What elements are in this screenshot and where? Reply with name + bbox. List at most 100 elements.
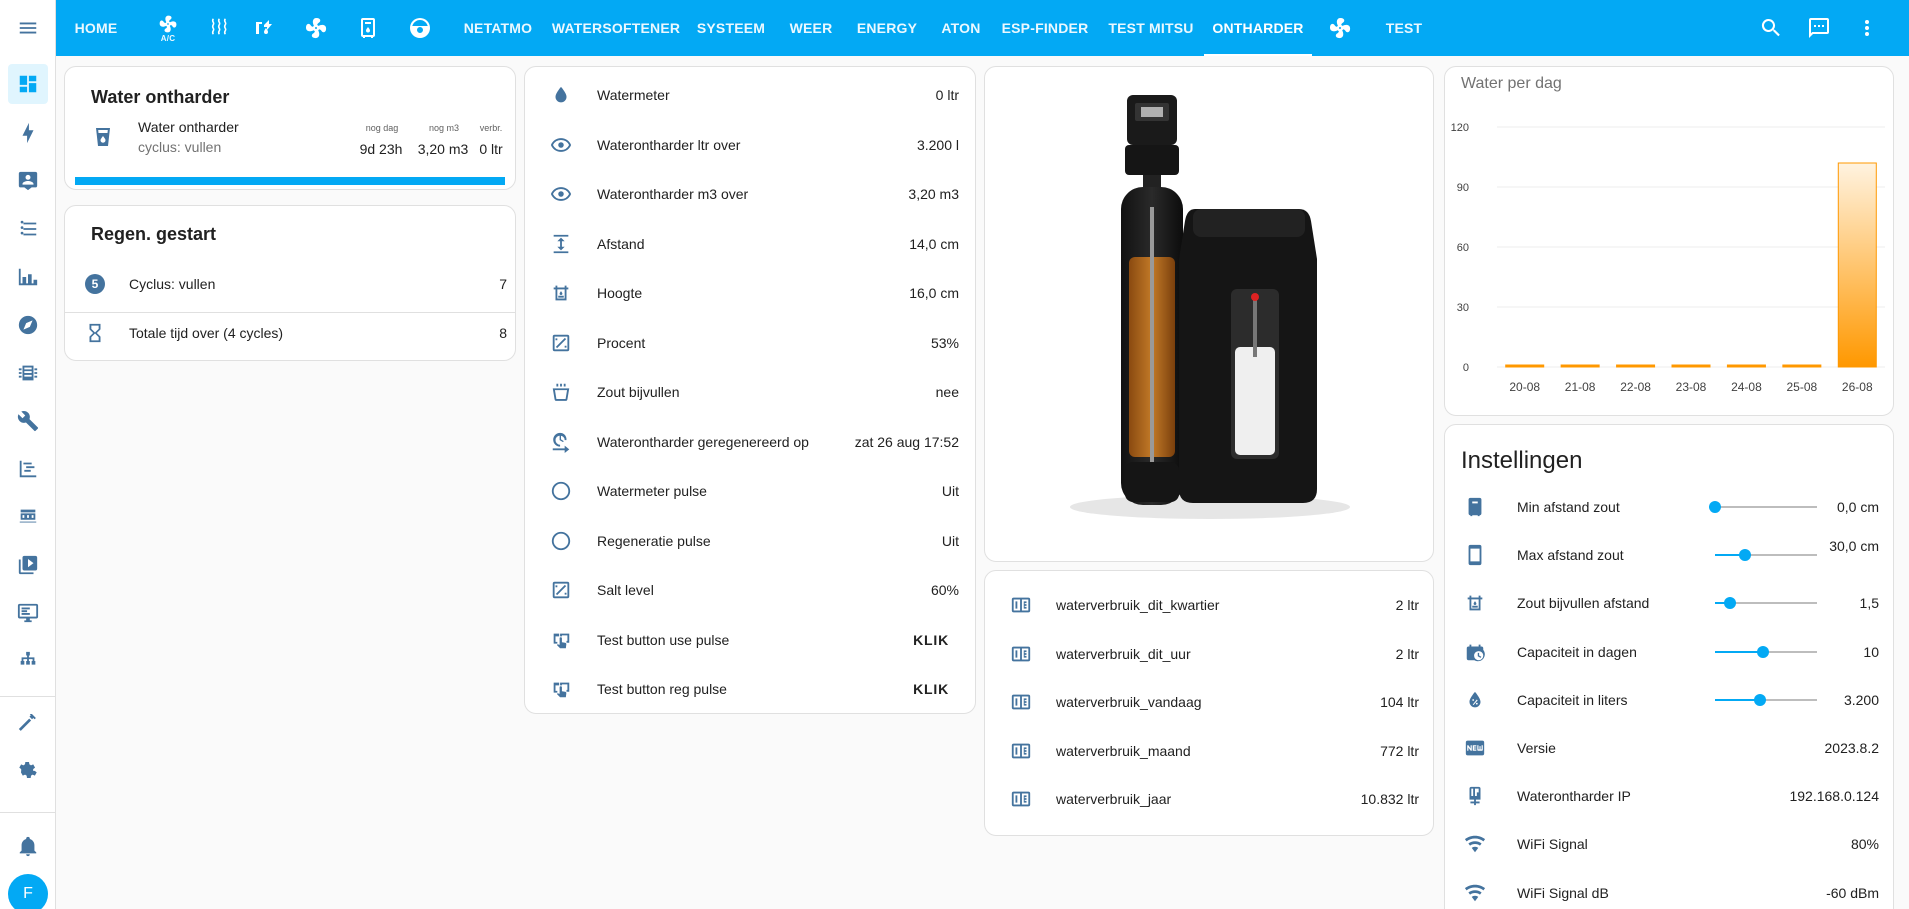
energy-icon[interactable] <box>8 113 48 153</box>
tab-heat[interactable] <box>200 0 240 56</box>
tab-fan-2[interactable] <box>1312 0 1368 56</box>
usage-row[interactable]: waterverbruik_jaar 10.832 ltr <box>985 779 1433 819</box>
tab-weer[interactable]: WEER <box>778 0 844 56</box>
hammer-icon[interactable] <box>8 702 48 742</box>
bar-23-08[interactable] <box>1671 364 1711 368</box>
tab-energy[interactable]: ENERGY <box>844 0 930 56</box>
slider[interactable] <box>1715 693 1817 706</box>
fan-ac-icon <box>159 15 177 32</box>
row-value: 80% <box>1850 836 1879 853</box>
gesture-tap-button-icon <box>551 682 570 698</box>
terminal-icon[interactable] <box>8 593 48 633</box>
water-per-dag-chart-card: Water per dag 0 30 60 90 120 20-08 21-08 22-08 2… <box>1444 66 1894 416</box>
klik-button[interactable]: KLIK <box>913 632 949 648</box>
search-icon[interactable] <box>1759 16 1783 40</box>
tab-aton[interactable]: ATON <box>930 0 992 56</box>
usage-row[interactable]: waterverbruik_vandaag 104 ltr <box>985 682 1433 722</box>
bar-21-08[interactable] <box>1560 364 1600 368</box>
hacs-icon[interactable] <box>8 497 48 537</box>
entity-row[interactable]: Hoogte 16,0 cm <box>525 273 975 313</box>
tab-boiler[interactable] <box>348 0 388 56</box>
tab-pump[interactable] <box>244 0 284 56</box>
slider[interactable] <box>1715 597 1817 610</box>
bar-26-08[interactable] <box>1837 162 1877 368</box>
tab-label: ENERGY <box>856 20 918 36</box>
compass-icon[interactable] <box>8 305 48 345</box>
percent-box-icon <box>552 334 570 351</box>
new-box-icon <box>1463 736 1487 760</box>
bell-icon[interactable] <box>8 826 48 866</box>
entity-row[interactable]: Regeneratie pulse Uit <box>525 521 975 561</box>
slider-knob[interactable] <box>1724 597 1736 610</box>
cellphone-icon <box>1468 545 1482 566</box>
tab-ontharder[interactable]: ONTHARDER <box>1204 0 1312 56</box>
row-value: 3,20 m3 <box>908 186 959 202</box>
slider[interactable] <box>1715 645 1817 658</box>
tab-home[interactable]: HOME <box>68 0 124 56</box>
tab-fan[interactable] <box>296 0 336 56</box>
setting-row[interactable]: Versie 2023.8.2 <box>1445 728 1893 768</box>
slider[interactable] <box>1709 501 1817 513</box>
water-percent-icon <box>1463 688 1487 712</box>
entity-row[interactable]: Watermeter 0 ltr <box>525 75 975 115</box>
tab-netatmo[interactable]: NETATMO <box>448 0 548 56</box>
bar-22-08[interactable] <box>1616 364 1656 368</box>
wrench-icon[interactable] <box>8 401 48 441</box>
slider-knob[interactable] <box>1757 645 1769 658</box>
logbook-icon[interactable] <box>8 209 48 249</box>
network-icon[interactable] <box>8 641 48 681</box>
entity-row[interactable]: Procent 53% <box>525 323 975 363</box>
setting-row[interactable]: Waterontharder IP 192.168.0.124 <box>1445 776 1893 816</box>
media-icon[interactable] <box>8 545 48 585</box>
slider-knob[interactable] <box>1754 693 1766 706</box>
clock-arrow-icon <box>549 430 573 454</box>
klik-button[interactable]: KLIK <box>913 681 949 697</box>
tab-watersoftener[interactable]: WATERSOFTENER <box>548 0 684 56</box>
avatar[interactable]: F <box>8 874 48 909</box>
bar-25-08[interactable] <box>1782 364 1822 368</box>
entity-row[interactable]: Test button use pulse KLIK <box>525 620 975 660</box>
map-icon[interactable] <box>8 161 48 201</box>
tab-test-mitsu[interactable]: TEST MITSU <box>1098 0 1204 56</box>
usage-row[interactable]: waterverbruik_maand 772 ltr <box>985 731 1433 771</box>
entity-row[interactable]: Waterontharder ltr over 3.200 l <box>525 125 975 165</box>
regen-row-totale-tijd[interactable]: Totale tijd over (4 cycles) 8 <box>65 313 515 353</box>
bar-20-08[interactable] <box>1505 364 1545 368</box>
setting-row[interactable]: WiFi Signal 80% <box>1445 824 1893 864</box>
slider-knob[interactable] <box>1739 549 1751 562</box>
more-vert-icon[interactable] <box>1855 16 1879 40</box>
settings-icon[interactable] <box>8 750 48 790</box>
slider[interactable] <box>1715 549 1817 562</box>
robot-vacuum-icon <box>410 18 430 38</box>
setting-row[interactable]: WiFi Signal dB -60 dBm <box>1445 873 1893 909</box>
tab-fan-ac[interactable]: A/C <box>148 0 188 56</box>
regen-row-cyclus[interactable]: 5 Cyclus: vullen 7 <box>65 264 515 304</box>
dashboard-icon[interactable] <box>8 64 48 104</box>
entity-row[interactable]: Salt level 60% <box>525 570 975 610</box>
menu-icon[interactable] <box>8 8 48 48</box>
tab-esp-finder[interactable]: ESP-FINDER <box>992 0 1098 56</box>
entity-row[interactable]: Afstand 14,0 cm <box>525 224 975 264</box>
tab-test[interactable]: TEST <box>1374 0 1434 56</box>
assist-icon[interactable] <box>1807 16 1831 40</box>
esphome-icon[interactable] <box>8 353 48 393</box>
entity-row[interactable]: Zout bijvullen nee <box>525 372 975 412</box>
tab-systeem[interactable]: SYSTEEM <box>684 0 778 56</box>
percent-box-icon <box>549 578 573 602</box>
entity-name[interactable]: Water ontharder <box>138 119 239 135</box>
bar-24-08[interactable] <box>1726 364 1766 368</box>
entity-row[interactable]: Test button reg pulse KLIK <box>525 669 975 709</box>
usage-row[interactable]: waterverbruik_dit_uur 2 ltr <box>985 634 1433 674</box>
entity-row[interactable]: Waterontharder geregenereerd op zat 26 au… <box>525 422 975 462</box>
eye-icon <box>550 137 572 152</box>
slider-knob[interactable] <box>1709 501 1721 513</box>
timeline-icon[interactable] <box>8 449 48 489</box>
row-label: waterverbruik_jaar <box>1056 791 1172 807</box>
tab-vacuum[interactable] <box>400 0 440 56</box>
entity-row[interactable]: Waterontharder m3 over 3,20 m3 <box>525 174 975 214</box>
row-value: 2 ltr <box>1395 645 1419 662</box>
row-label: Waterontharder IP <box>1517 788 1631 805</box>
history-icon[interactable] <box>8 257 48 297</box>
usage-row[interactable]: waterverbruik_dit_kwartier 2 ltr <box>985 585 1433 625</box>
entity-row[interactable]: Watermeter pulse Uit <box>525 471 975 511</box>
